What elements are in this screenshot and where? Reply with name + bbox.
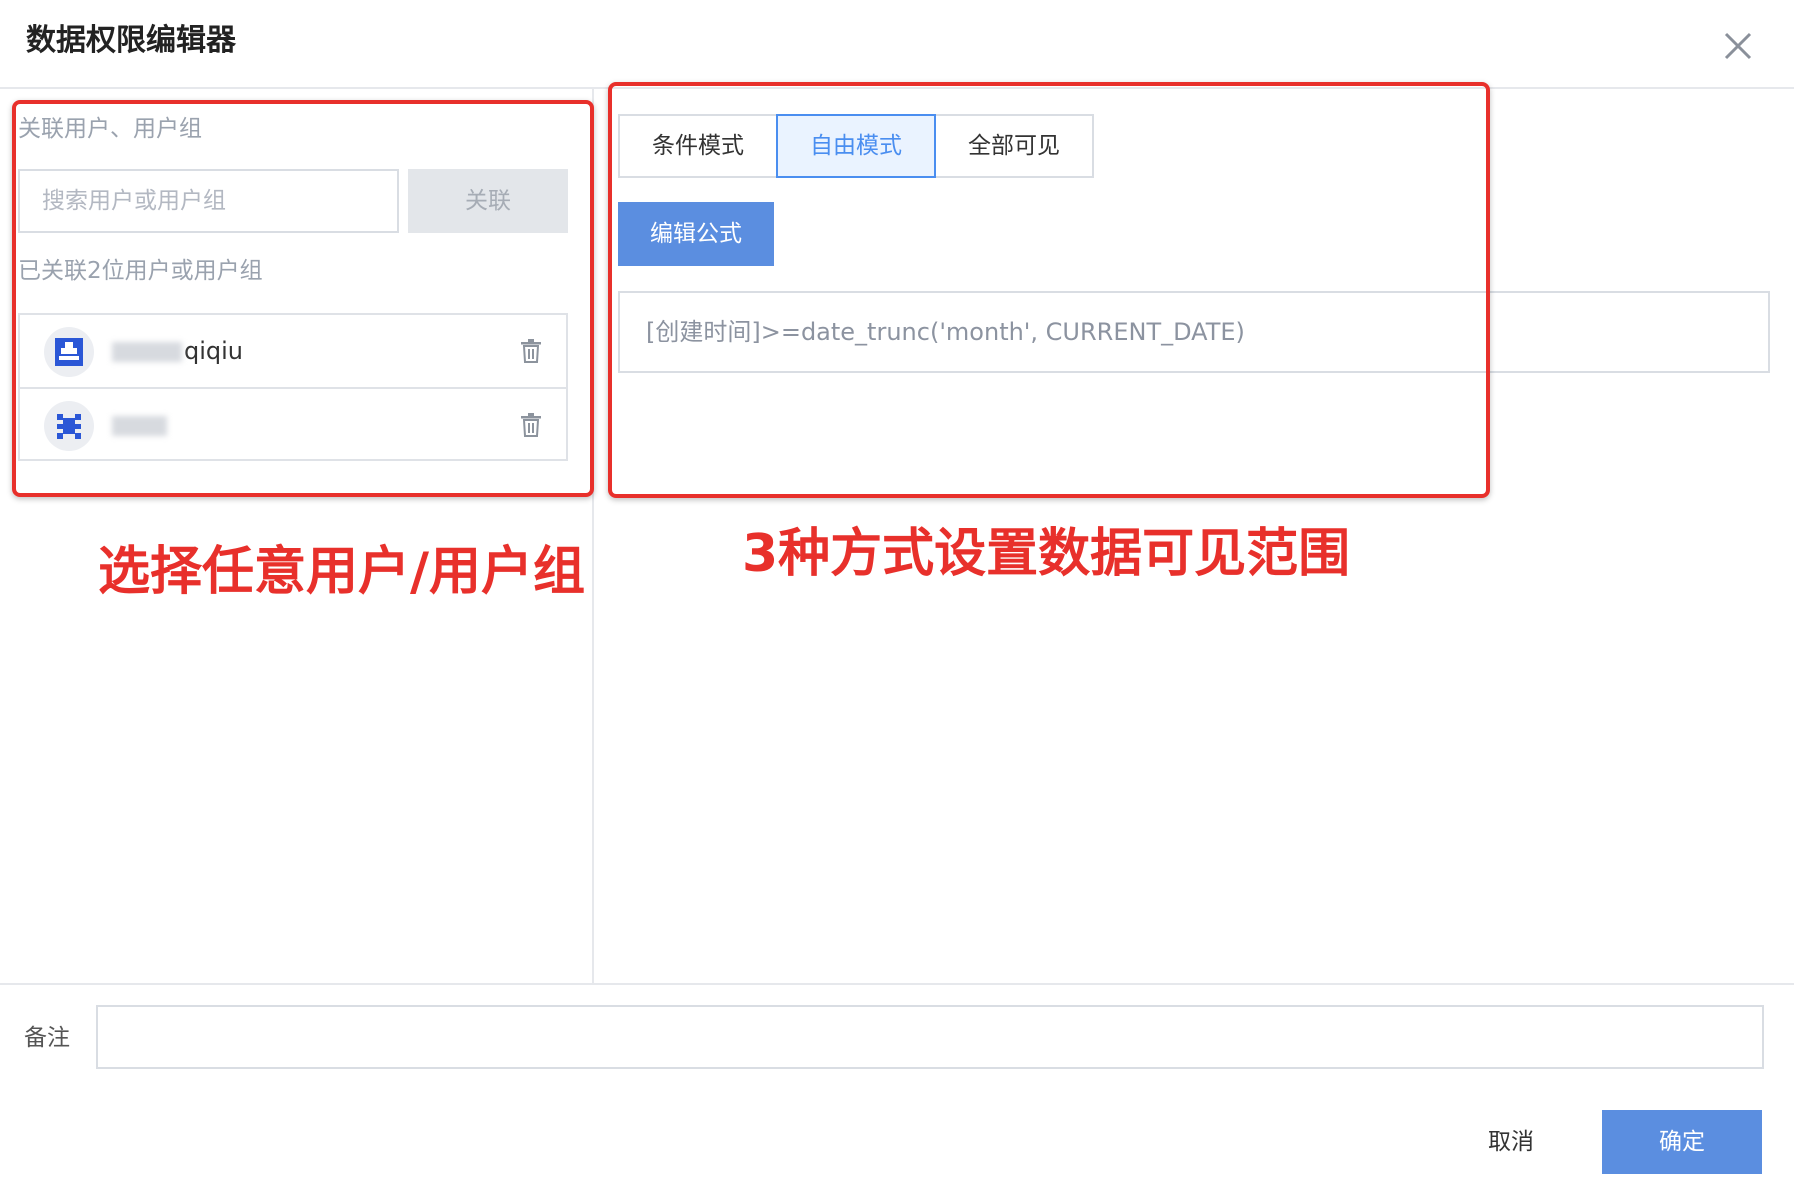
cancel-button[interactable]: 取消 <box>1476 1110 1546 1174</box>
annotation-left: 选择任意用户/用户组 <box>98 542 585 602</box>
tab-free-mode[interactable]: 自由模式 <box>776 114 936 178</box>
footer-divider <box>0 983 1794 985</box>
annotation-right: 3种方式设置数据可见范围 <box>742 524 1351 584</box>
close-icon[interactable] <box>1720 28 1756 64</box>
highlight-box-left <box>12 100 594 497</box>
remark-input[interactable] <box>96 1005 1764 1069</box>
remark-label: 备注 <box>24 1025 70 1051</box>
confirm-button[interactable]: 确定 <box>1602 1110 1762 1174</box>
dialog-title: 数据权限编辑器 <box>26 23 236 58</box>
highlight-box-right <box>608 82 1490 498</box>
